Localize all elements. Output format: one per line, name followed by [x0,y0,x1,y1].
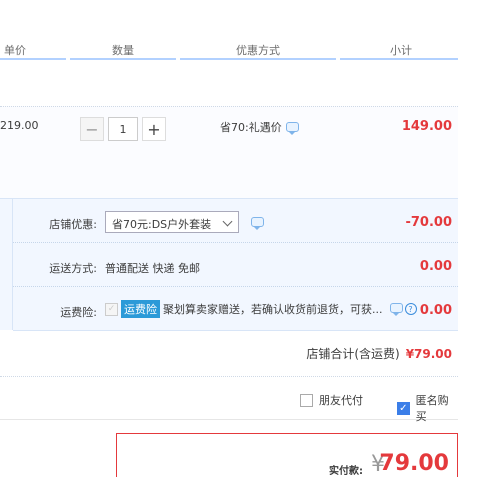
anonymous-checkbox[interactable]: ✓ [397,401,410,415]
col-promotion: 优惠方式 [236,44,280,57]
shop-total-value: ¥79.00 [405,347,452,361]
chat-bubble-icon[interactable] [389,303,403,316]
insurance-label: 运费险: [60,306,97,319]
friend-pay-option[interactable]: 朋友代付 [300,392,363,408]
header-divider [180,58,336,60]
discount-label: 店铺优惠: [49,218,97,231]
header-divider [70,58,176,60]
order-options: 朋友代付 ✓ 匿名购买 [0,376,458,423]
insurance-amount: 0.00 [419,303,452,318]
promotion-text: 省70:礼遇价 [220,121,282,134]
col-subtotal: 小计 [390,44,412,57]
cart-table-header: 单价 数量 优惠方式 小计 [0,34,458,60]
shop-summary-panel: 店铺优惠: 省70元:DS户外套装 -70.00 运送方式: 普通配送 快递 免… [0,198,458,361]
quantity-input[interactable]: 1 [108,117,138,141]
anonymous-label: 匿名购买 [415,394,449,423]
shop-total-label: 店铺合计(含运费) [306,347,400,361]
col-unit-price: 单价 [4,44,26,57]
shipping-row: 运送方式: 普通配送 快递 免邮 0.00 [13,243,458,287]
payment-label: 实付款: [329,466,363,477]
quantity-stepper: − 1 + [80,117,166,141]
insurance-checkbox[interactable]: ✓ [105,302,118,316]
header-divider [340,58,458,60]
friend-pay-label: 朋友代付 [319,394,363,407]
discount-selected-value: 省70元:DS户外套装 [112,218,212,231]
item-subtotal: 149.00 [401,119,452,134]
shipping-label: 运送方式: [49,262,97,275]
col-quantity: 数量 [112,44,134,57]
shop-discount-row: 店铺优惠: 省70元:DS户外套装 -70.00 [13,199,458,243]
shipping-method: 普通配送 快递 免邮 [105,262,200,275]
header-divider [0,58,66,60]
shop-total: 店铺合计(含运费) ¥79.00 [306,345,452,362]
insurance-description: 聚划算卖家赠送，若确认收货前退货，可获... [163,303,383,316]
chat-bubble-icon[interactable] [285,122,299,135]
item-unit-price: 219.00 [0,119,39,132]
chat-bubble-icon[interactable] [251,217,264,230]
discount-amount: -70.00 [405,215,452,230]
decrease-button[interactable]: − [80,117,104,141]
insurance-row: 运费险: ✓ 运费险 聚划算卖家赠送，若确认收货前退货，可获... ? 0.00 [13,287,458,331]
cart-item-row: 219.00 − 1 + 省70:礼遇价 149.00 [0,106,458,198]
friend-pay-checkbox[interactable] [300,393,313,407]
chevron-down-icon [222,216,233,227]
question-icon[interactable]: ? [404,303,417,315]
increase-button[interactable]: + [142,117,166,141]
discount-select[interactable]: 省70元:DS户外套装 [105,211,239,233]
shipping-amount: 0.00 [419,259,452,274]
payment-amount: 79.00 [379,451,449,476]
item-promotion: 省70:礼遇价 [220,119,299,135]
anonymous-option[interactable]: ✓ 匿名购买 [397,392,458,424]
insurance-tag: 运费险 [121,300,160,318]
insurance-option: ✓ 运费险 聚划算卖家赠送，若确认收货前退货，可获... ? [105,300,417,318]
payment-summary: 实付款: ¥ 79.00 [116,433,458,477]
shop-total-row: 店铺合计(含运费) ¥79.00 [13,331,458,375]
